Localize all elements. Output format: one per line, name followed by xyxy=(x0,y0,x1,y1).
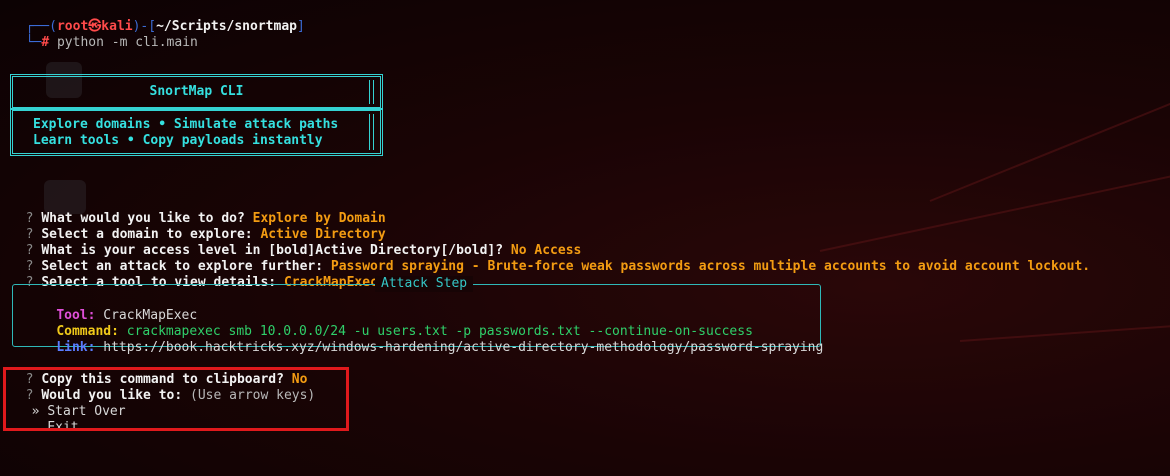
prompt-line-command: └─# python -m cli.main xyxy=(25,35,198,50)
banner-title: SnortMap CLI xyxy=(149,84,244,99)
qa-line-attack: ? Select an attack to explore further: P… xyxy=(25,259,1091,274)
wallpaper-stroke xyxy=(959,324,1170,342)
wallpaper-stroke xyxy=(819,175,1170,252)
qa-line-access: ? What is your access level in [bold]Act… xyxy=(25,243,582,258)
wallpaper-stroke xyxy=(929,102,1170,202)
highlight-annotation-box xyxy=(3,367,349,431)
qa-line-action: ? What would you like to do? Explore by … xyxy=(25,211,386,226)
prompt-line-top: ┌──(root㉿kali)-[~/Scripts/snortmap] xyxy=(25,19,305,34)
banner-title-box: SnortMap CLI xyxy=(10,74,383,110)
qa-line-domain: ? Select a domain to explore: Active Dir… xyxy=(25,227,386,242)
answer-attack: Password spraying - Brute-force weak pas… xyxy=(330,259,1091,274)
attack-step-panel: Attack Step Tool: CrackMapExec Command: … xyxy=(12,276,823,355)
qa-line-tool: ? Select a tool to view details: CrackMa… xyxy=(25,275,378,290)
banner-line-1: Explore domains • Simulate attack paths xyxy=(33,117,339,132)
attack-link-value[interactable]: https://book.hacktricks.xyz/windows-hard… xyxy=(103,340,823,355)
command-text: python -m cli.main xyxy=(49,35,198,50)
attack-step-title: Attack Step xyxy=(375,276,474,292)
banner-subtitle-box: Explore domains • Simulate attack paths … xyxy=(10,108,383,156)
banner-line-2: Learn tools • Copy payloads instantly xyxy=(33,133,323,148)
